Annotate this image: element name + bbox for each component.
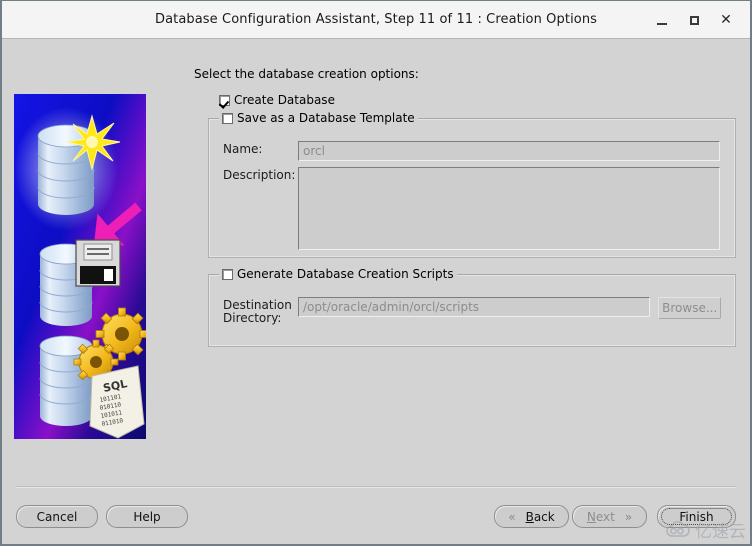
titlebar: Database Configuration Assistant, Step 1… — [2, 1, 750, 39]
footer-buttons: Cancel Help « Back Next » Finish — [2, 488, 750, 544]
close-button[interactable]: ✕ — [710, 5, 742, 35]
browse-button[interactable]: Browse... — [658, 297, 721, 319]
wizard-banner-image: SQL 101101 010110 101011 011010 — [14, 94, 146, 439]
intro-label: Select the database creation options: — [194, 67, 419, 81]
destination-directory-row: Destination Directory: /opt/oracle/admin… — [223, 297, 721, 325]
template-description-input[interactable] — [298, 167, 720, 250]
dbca-window: Database Configuration Assistant, Step 1… — [0, 0, 752, 546]
generate-scripts-checkbox[interactable] — [222, 268, 233, 280]
back-label: Back — [526, 510, 555, 524]
destination-directory-input[interactable]: /opt/oracle/admin/orcl/scripts — [298, 297, 651, 317]
save-as-template-group: Save as a Database Template Name: orcl D… — [208, 111, 736, 258]
floppy-disk-icon — [75, 239, 121, 287]
generate-scripts-group: Generate Database Creation Scripts Desti… — [208, 267, 736, 347]
next-label: Next — [587, 510, 615, 524]
template-description-row: Description: — [223, 167, 721, 250]
close-icon: ✕ — [720, 12, 732, 28]
generate-scripts-title[interactable]: Generate Database Creation Scripts — [219, 267, 457, 281]
create-database-row[interactable]: Create Database — [219, 93, 740, 107]
back-chevron-icon: « — [508, 509, 516, 524]
create-database-label: Create Database — [234, 93, 335, 107]
next-button[interactable]: Next » — [572, 505, 647, 528]
template-name-label: Name: — [223, 142, 263, 156]
destination-label-line2: Directory: — [223, 311, 282, 325]
template-name-row: Name: orcl — [223, 141, 721, 161]
next-chevron-icon: » — [624, 509, 633, 524]
next-mnemonic: N — [586, 509, 596, 524]
minimize-icon — [657, 22, 667, 25]
window-title: Database Configuration Assistant, Step 1… — [154, 12, 598, 27]
finish-button[interactable]: Finish — [657, 505, 736, 528]
next-rest: ext — [595, 509, 615, 524]
generate-scripts-label: Generate Database Creation Scripts — [237, 267, 454, 281]
save-as-template-checkbox[interactable] — [222, 112, 233, 124]
back-button[interactable]: « Back — [494, 505, 569, 528]
destination-directory-label: Destination Directory: — [223, 297, 298, 325]
maximize-button[interactable] — [678, 5, 710, 35]
help-button[interactable]: Help — [106, 505, 188, 528]
content-area: SQL 101101 010110 101011 011010 Select t… — [2, 39, 750, 544]
save-as-template-title[interactable]: Save as a Database Template — [219, 111, 418, 125]
back-rest: ack — [533, 509, 555, 524]
database-illustration-icon: SQL 101101 010110 101011 011010 — [14, 94, 146, 439]
main-form: Select the database creation options: Cr… — [192, 67, 740, 347]
cancel-button[interactable]: Cancel — [16, 505, 98, 528]
back-mnemonic: B — [525, 509, 534, 524]
template-name-input[interactable]: orcl — [298, 141, 720, 161]
maximize-icon — [689, 15, 699, 25]
sql-scroll-icon: SQL 101101 010110 101011 011010 — [89, 365, 145, 439]
minimize-button[interactable] — [646, 5, 678, 35]
template-description-label: Description: — [223, 168, 296, 182]
window-controls: ✕ — [646, 1, 742, 39]
create-database-checkbox[interactable] — [219, 94, 230, 106]
save-as-template-label: Save as a Database Template — [237, 111, 415, 125]
